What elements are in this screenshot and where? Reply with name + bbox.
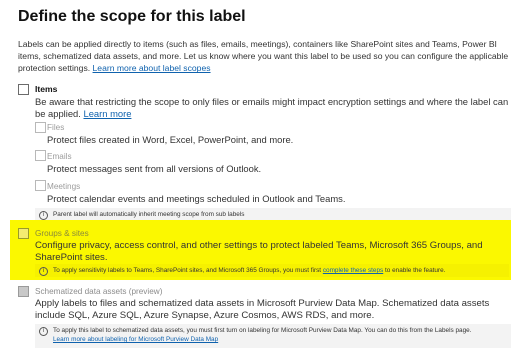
emails-checkbox[interactable] [35, 150, 46, 161]
groups-sites-info-text: To apply sensitivity labels to Teams, Sh… [53, 266, 445, 275]
schematized-info-body: To apply this label to schematized data … [53, 327, 472, 334]
files-description: Protect files created in Word, Excel, Po… [47, 134, 294, 145]
schematized-info: i To apply this label to schematized dat… [35, 324, 511, 348]
label-scopes-link[interactable]: Learn more about label scopes [93, 63, 211, 73]
parent-label-info-text: Parent label will automatically inherit … [53, 211, 245, 218]
items-label: Items [35, 84, 58, 94]
schematized-label: Schematized data assets (preview) [35, 287, 163, 296]
complete-these-steps-link[interactable]: complete these steps [323, 267, 383, 274]
files-checkbox[interactable] [35, 122, 46, 133]
page-title: Define the scope for this label [18, 8, 246, 25]
info-icon: i [39, 211, 48, 220]
items-checkbox[interactable] [18, 84, 29, 95]
info-icon: i [39, 267, 48, 276]
groups-info-before: To apply sensitivity labels to Teams, Sh… [53, 267, 322, 274]
groups-sites-label: Groups & sites [35, 229, 89, 238]
meetings-description: Protect calendar events and meetings sch… [47, 193, 346, 204]
groups-sites-checkbox[interactable] [18, 228, 29, 239]
schematized-description: Apply labels to files and schematized da… [35, 298, 490, 322]
purview-learn-more-link[interactable]: Learn more about labeling for Microsoft … [53, 336, 218, 343]
meetings-checkbox[interactable] [35, 180, 46, 191]
groups-info-after: to enable the feature. [385, 267, 446, 274]
meetings-label: Meetings [47, 182, 81, 191]
emails-description: Protect messages sent from all versions … [47, 163, 262, 174]
schematized-checkbox[interactable] [18, 286, 29, 297]
schematized-info-text: To apply this label to schematized data … [53, 326, 471, 344]
groups-sites-info: i To apply sensitivity labels to Teams, … [35, 264, 509, 277]
files-label: Files [47, 123, 65, 132]
intro-text: Labels can be applied directly to items … [18, 38, 516, 75]
emails-label: Emails [47, 152, 72, 161]
items-learn-more-link[interactable]: Learn more [83, 108, 131, 119]
items-description: Be aware that restricting the scope to o… [35, 96, 513, 121]
intro-body: Labels can be applied directly to items … [18, 39, 509, 74]
info-icon: i [39, 327, 48, 336]
groups-sites-description: Configure privacy, access control, and o… [35, 240, 483, 264]
